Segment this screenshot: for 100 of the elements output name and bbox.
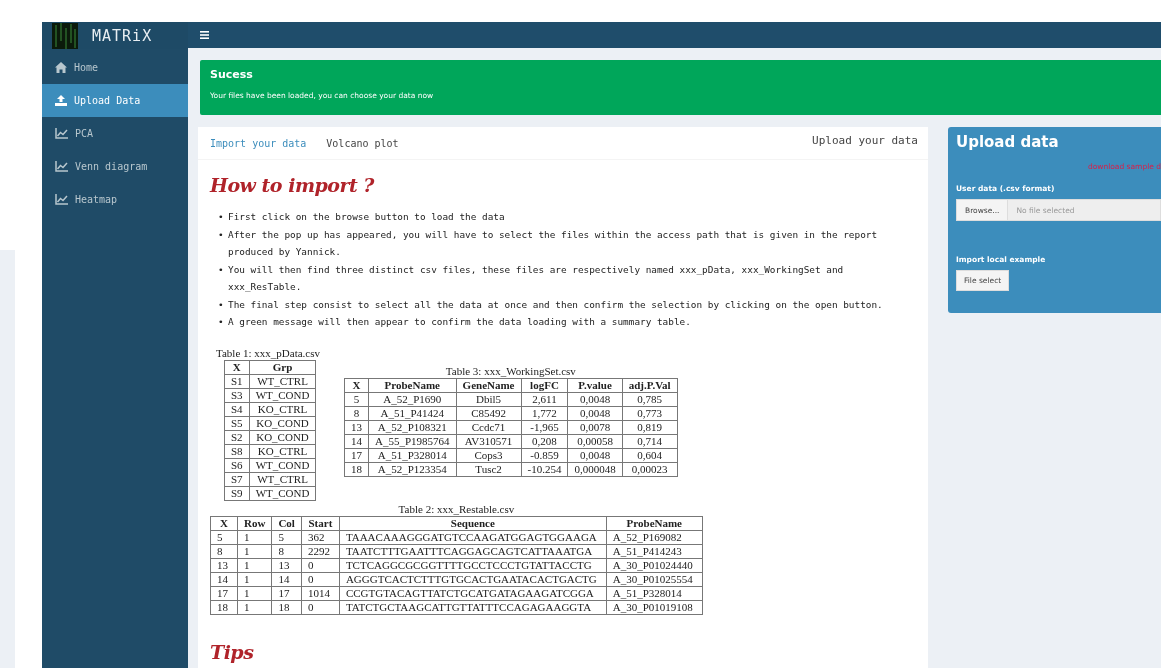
table-cell: Cops3	[456, 448, 521, 462]
table-cell: 17	[271, 586, 302, 600]
table-cell: KO_COND	[249, 430, 316, 444]
table-cell: 18	[271, 600, 302, 614]
table-cell: 0,773	[622, 406, 678, 420]
column-header: logFC	[521, 378, 568, 392]
bullet-mark: •	[218, 210, 225, 224]
table-cell: 0,714	[622, 434, 678, 448]
column-header: ProbeName	[368, 378, 457, 392]
line-chart-icon	[55, 128, 68, 139]
table-cell: 8	[344, 406, 369, 420]
table-cell: TAAACAAAGGGATGTCCAAGATGGAGTGGAAGA	[339, 530, 607, 544]
table-cell: 1014	[301, 586, 340, 600]
table-cell: S7	[224, 472, 250, 486]
table-cell: WT_COND	[249, 388, 316, 402]
instruction-item: You will then find three distinct csv files, these files are respectively named xxx_pData, xxx_WorkingSet and xxx_ResTable.	[228, 262, 845, 294]
table-cell: 1	[237, 544, 272, 558]
tab[interactable]: Import your data	[200, 129, 317, 157]
app-logo-text: MATRiX	[92, 26, 153, 45]
menu-icon[interactable]	[200, 31, 209, 39]
table-cell: AGGGTCACTCTTTGTGCACTGAATACACTGACTG	[339, 572, 607, 586]
table-cell: 18	[210, 600, 238, 614]
table-cell: 18	[344, 462, 369, 476]
bullet-mark: •	[218, 262, 225, 277]
column-header: X	[344, 378, 369, 392]
column-header: Grp	[249, 360, 316, 374]
table-cell: 1	[237, 600, 272, 614]
table-cell: TAATCTTTGAATTTCAGGAGCAGTCATTAAATGA	[339, 544, 607, 558]
instruction-item: First click on the browse button to load the data	[228, 210, 506, 224]
table-cell: S4	[224, 402, 250, 416]
alert-title: Sucess	[210, 68, 254, 81]
table-cell: 0,0048	[567, 406, 623, 420]
table-cell: -0.859	[521, 448, 568, 462]
box-title: Upload your data	[812, 133, 918, 147]
table-cell: A_51_P414243	[606, 544, 703, 558]
bullet-mark: •	[218, 315, 225, 329]
table-cell: Tusc2	[456, 462, 521, 476]
sidebar-item[interactable]: Venn diagram	[42, 150, 188, 183]
table-cell: Ccdc71	[456, 420, 521, 434]
column-header: Sequence	[339, 516, 607, 530]
table-cell: A_30_P01025554	[606, 572, 703, 586]
table-cell: 13	[271, 558, 302, 572]
table-cell: S6	[224, 458, 250, 472]
table-cell: -1,965	[521, 420, 568, 434]
table-cell: 2,611	[521, 392, 568, 406]
column-header: ProbeName	[606, 516, 703, 530]
instruction-item: After the pop up has appeared, you will have to select the files within the access path that is given in the report produced by Yannick.	[228, 227, 879, 259]
table-cell: A_52_P123354	[368, 462, 457, 476]
table-cell: Dbil5	[456, 392, 521, 406]
table-caption: Table 2: xxx_Restable.csv	[397, 502, 516, 516]
column-header: GeneName	[456, 378, 521, 392]
table-cell: 1	[237, 572, 272, 586]
table-cell: S2	[224, 430, 250, 444]
bullet-mark: •	[218, 297, 225, 312]
table-cell: A_52_P169082	[606, 530, 703, 544]
logo-icon	[52, 22, 78, 49]
table-cell: 5	[210, 530, 238, 544]
table-cell: 14	[210, 572, 238, 586]
column-header: adj.P.Val	[622, 378, 678, 392]
table-cell: 0,0048	[567, 392, 623, 406]
table-cell: 0,00023	[622, 462, 678, 476]
sidebar-item[interactable]: Upload Data	[42, 84, 188, 117]
table-cell: 5	[271, 530, 302, 544]
table-cell: S9	[224, 486, 250, 500]
table-cell: 1	[237, 530, 272, 544]
column-header: P.value	[567, 378, 623, 392]
table-cell: 0,000048	[567, 462, 623, 476]
table-cell: WT_CTRL	[249, 472, 316, 486]
section-heading: How to import ?	[210, 174, 375, 196]
table-cell: A_30_P01024440	[606, 558, 703, 572]
table-cell: AV310571	[456, 434, 521, 448]
table-cell: A_30_P01019108	[606, 600, 703, 614]
column-header: X	[224, 360, 250, 374]
instruction-item: The final step consist to select all the data at once and then confirm the selection by clicking on the open button.	[228, 297, 884, 312]
table-cell: TATCTGCTAAGCATTGTTATTTCCAGAGAAGGTA	[339, 600, 607, 614]
table-cell: WT_COND	[249, 486, 316, 500]
table-cell: 1	[237, 558, 272, 572]
upload-icon	[55, 95, 67, 106]
sidebar-item[interactable]: Home	[42, 51, 188, 84]
section-heading: Tips	[210, 640, 255, 663]
table-cell: 13	[210, 558, 238, 572]
sidebar-item[interactable]: PCA	[42, 117, 188, 150]
table-cell: 0	[301, 572, 340, 586]
table-cell: S8	[224, 444, 250, 458]
table-caption: Table 3: xxx_WorkingSet.csv	[444, 364, 577, 378]
table-cell: 0,819	[622, 420, 678, 434]
tab[interactable]: Volcano plot	[316, 129, 409, 157]
line-chart-icon	[55, 161, 68, 172]
column-header: X	[210, 516, 238, 530]
sidebar-item[interactable]: Heatmap	[42, 183, 188, 216]
table-cell: 14	[344, 434, 369, 448]
table-cell: 0	[301, 558, 340, 572]
table-caption: Table 1: xxx_pData.csv	[216, 346, 320, 360]
table-cell: 17	[344, 448, 369, 462]
table-cell: 0,0078	[567, 420, 623, 434]
table-cell: A_51_P41424	[368, 406, 457, 420]
table-cell: 2292	[301, 544, 340, 558]
table-cell: S1	[224, 374, 250, 388]
table-cell: A_52_P108321	[368, 420, 457, 434]
table-cell: A_51_P328014	[606, 586, 703, 600]
